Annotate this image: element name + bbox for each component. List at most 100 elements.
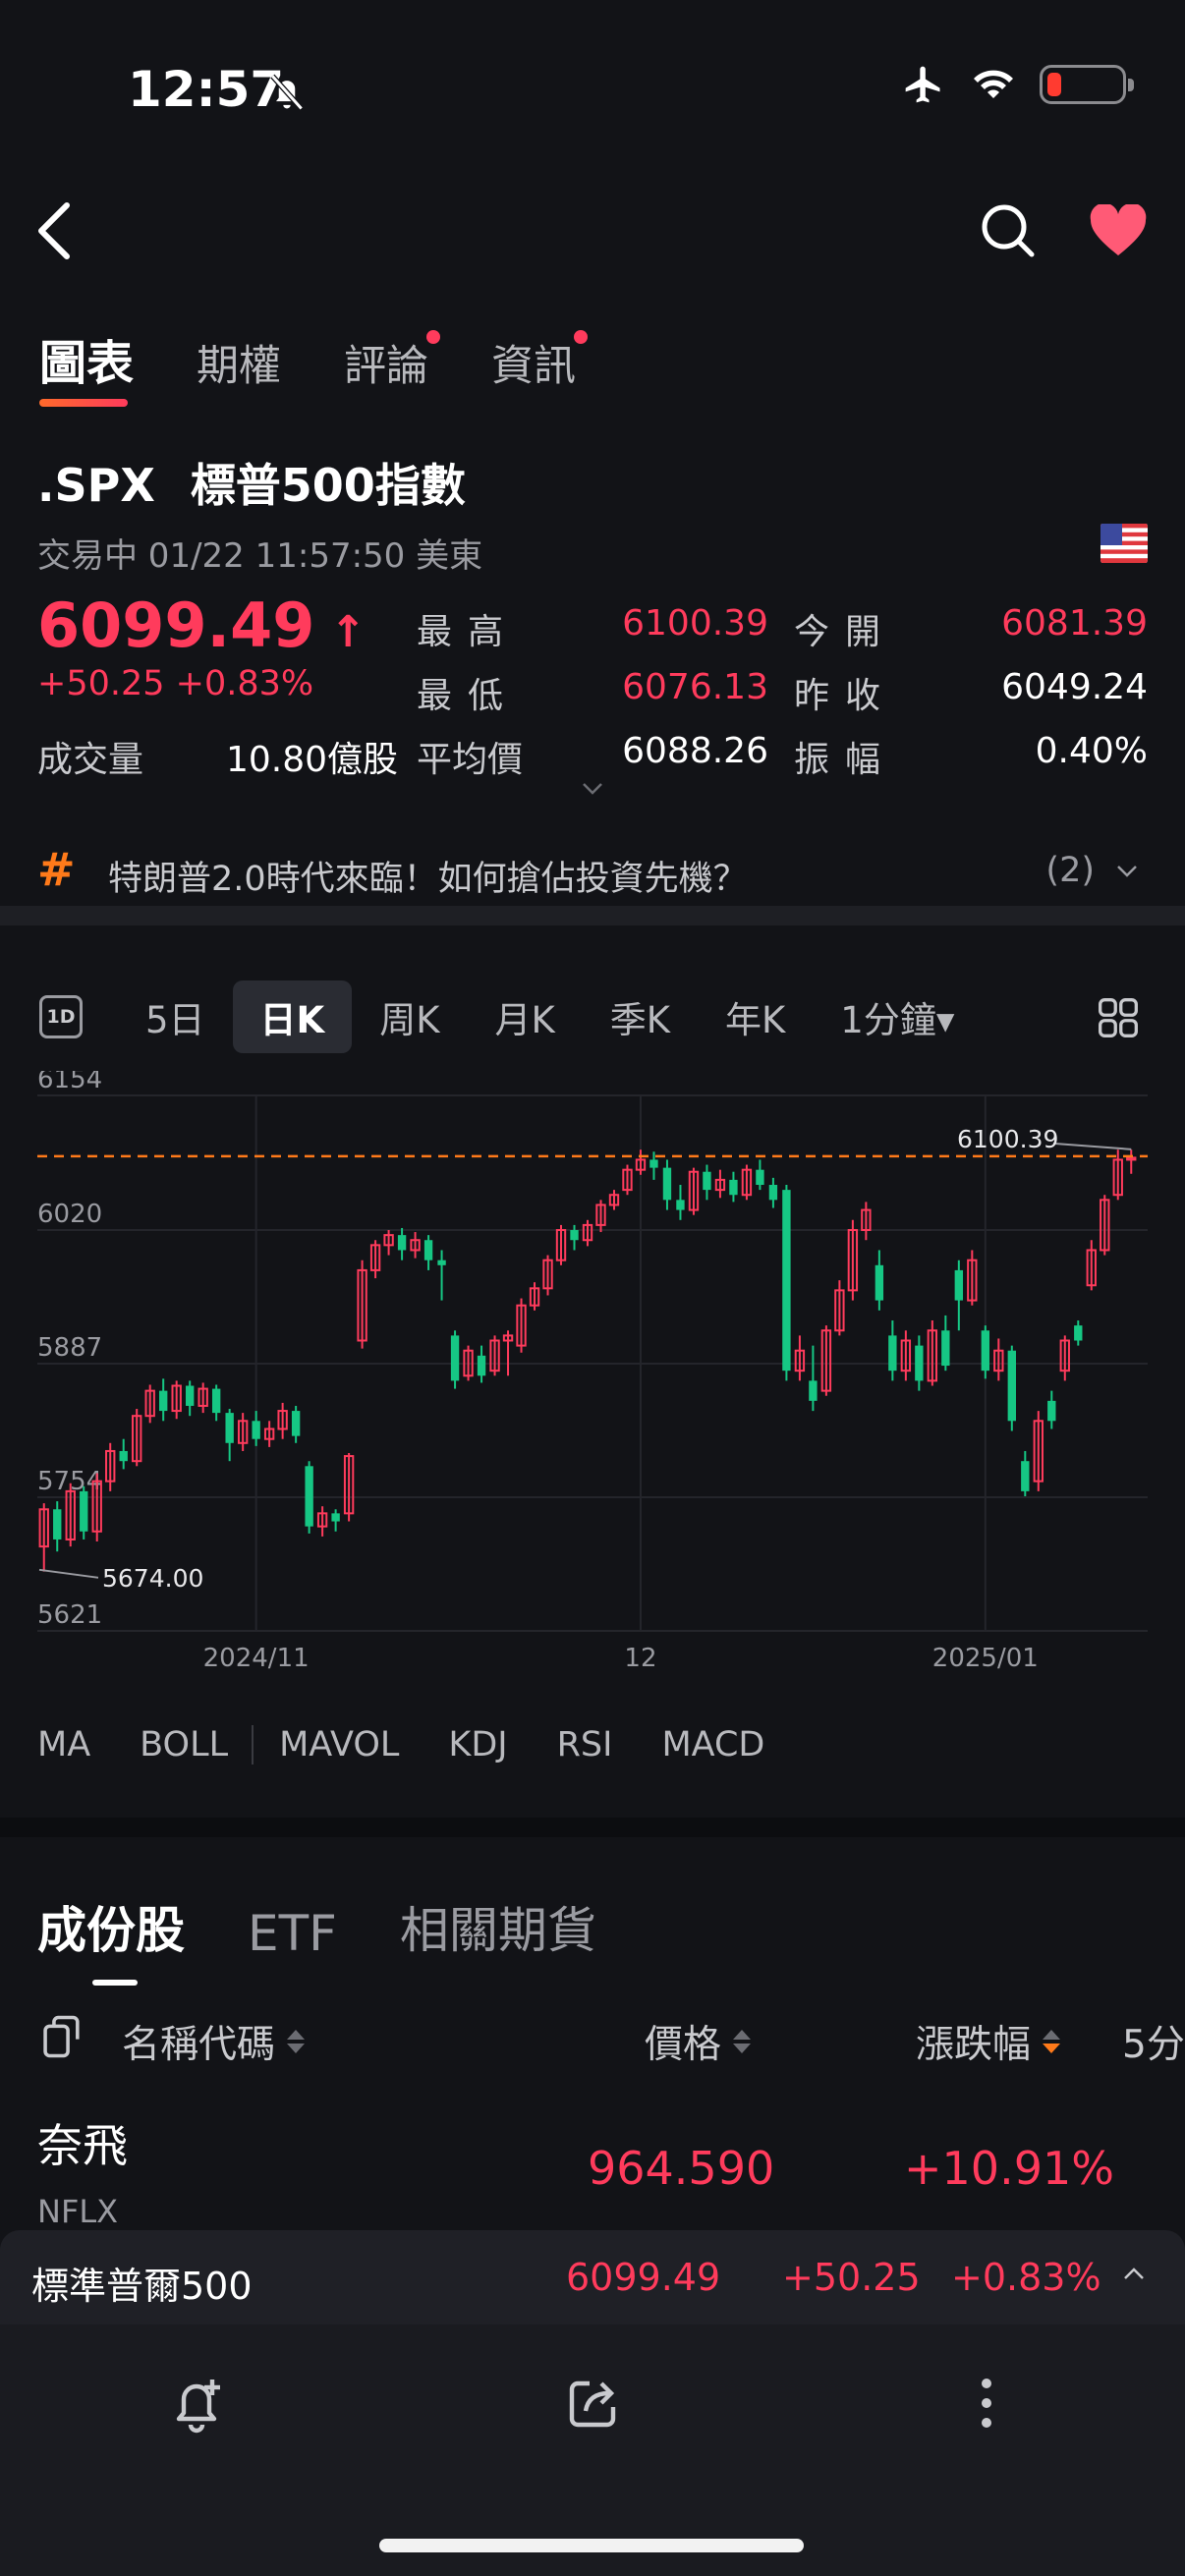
topic-text: 特朗普2.0時代來臨！如何搶佔投資先機？: [108, 860, 748, 899]
candle-body: [729, 1179, 738, 1196]
prev-close-value: 6049.24: [1001, 667, 1148, 707]
candle-body: [477, 1355, 486, 1376]
x-tick-label: 12: [624, 1644, 656, 1673]
candlestick-chart[interactable]: 615460205887575456212024/11 12 2025/016100…: [0, 1071, 1185, 1690]
column-price[interactable]: 價格: [645, 2014, 752, 2069]
airplane-icon: [905, 66, 940, 103]
share-icon[interactable]: [560, 2372, 623, 2435]
candle-body: [80, 1490, 88, 1532]
constituent-tabs: 成份股 ETF 相關期貨: [37, 1891, 596, 1986]
period-yearly-k[interactable]: 年K: [698, 980, 813, 1053]
candle-body: [225, 1413, 234, 1443]
column-5min[interactable]: 5分: [1122, 2014, 1185, 2069]
low-marker-leader: [38, 1568, 99, 1579]
stock-name[interactable]: 奈飛: [37, 2110, 128, 2175]
indicator-rsi[interactable]: RSI: [557, 1725, 613, 1764]
tab-news[interactable]: 資訊: [491, 330, 589, 393]
stock-change-pct: +10.91%: [904, 2142, 1114, 2195]
sort-desc-icon: [1043, 2030, 1061, 2053]
x-tick-label: 2025/01: [932, 1644, 1039, 1673]
period-weekly-k[interactable]: 周K: [352, 980, 467, 1053]
column-name-code[interactable]: 名稱代碼: [122, 2014, 306, 2069]
high-marker-label: 6100.39: [957, 1125, 1058, 1153]
y-tick-label: 6020: [37, 1200, 102, 1229]
amplitude-label: 振幅: [794, 740, 897, 780]
candle-body: [53, 1509, 62, 1540]
floating-quote-change-pct: +0.83%: [951, 2256, 1101, 2299]
battery-icon: [1040, 65, 1134, 104]
candle-body: [875, 1264, 884, 1301]
more-vertical-icon[interactable]: [955, 2372, 1018, 2435]
tab-comments[interactable]: 評論: [344, 330, 441, 393]
candle-body: [437, 1260, 446, 1265]
candle-body: [782, 1190, 791, 1372]
period-quarterly-k[interactable]: 季K: [583, 980, 698, 1053]
candle-body: [305, 1466, 313, 1527]
candle-body: [703, 1171, 711, 1191]
status-icons: [900, 63, 1134, 106]
candle-body: [768, 1185, 778, 1201]
price-alert-bell-icon[interactable]: [165, 2372, 228, 2435]
candle-body: [570, 1230, 579, 1241]
back-chevron-icon[interactable]: [35, 201, 75, 260]
ticker-symbol: .SPX: [37, 459, 155, 512]
notification-dot: [426, 330, 441, 344]
period-monthly-k[interactable]: 月K: [467, 980, 582, 1053]
candle-body: [1047, 1400, 1056, 1422]
top-tabs: 圖表 期權 評論 資訊: [39, 324, 589, 407]
low-value: 6076.13: [622, 667, 768, 707]
candle-body: [756, 1169, 764, 1186]
ticker-title: .SPX 標普500指數: [37, 450, 466, 515]
tab-etf[interactable]: ETF: [248, 1905, 337, 1962]
candle-body: [423, 1240, 433, 1260]
candle-body: [915, 1345, 924, 1381]
chevron-up-icon[interactable]: [1122, 2266, 1146, 2281]
candle-body: [1074, 1325, 1083, 1341]
avg-label: 平均價: [417, 740, 524, 780]
grid-layout-icon[interactable]: [1097, 996, 1140, 1039]
tab-chart[interactable]: 圖表: [39, 324, 134, 407]
indicator-mavol[interactable]: MAVOL: [279, 1725, 399, 1764]
bell-off-icon: [270, 74, 304, 111]
section-divider: [0, 1818, 1185, 1837]
y-tick-label: 5621: [37, 1600, 102, 1630]
low-marker-label: 5674.00: [102, 1564, 203, 1593]
floating-quote-name: 標準普爾500: [31, 2265, 253, 2308]
copy-list-icon[interactable]: [39, 2014, 83, 2059]
floating-quote-bar[interactable]: 標準普爾500 6099.49 +50.25 +0.83%: [0, 2230, 1185, 2324]
floating-quote-price: 6099.49: [566, 2256, 721, 2299]
amplitude-value: 0.40%: [1035, 731, 1148, 771]
tab-options[interactable]: 期權: [197, 332, 281, 393]
candle-body: [941, 1330, 950, 1367]
favorite-heart-icon[interactable]: [1089, 204, 1148, 259]
candle-body: [1021, 1461, 1030, 1491]
home-indicator: [379, 2539, 804, 2552]
indicator-ma[interactable]: MA: [37, 1725, 90, 1764]
period-minute-dropdown[interactable]: 1分鐘▾: [813, 980, 982, 1053]
intraday-1d-icon[interactable]: 1D: [39, 995, 83, 1038]
candle-body: [211, 1388, 221, 1414]
search-icon[interactable]: [979, 201, 1038, 260]
expand-chevron-icon[interactable]: [582, 782, 603, 796]
trading-status: 交易中 01/22 11:57:50 美東: [37, 536, 483, 576]
candle-body: [252, 1421, 260, 1439]
candle-body: [185, 1385, 195, 1406]
prev-close-label: 昨收: [794, 676, 897, 716]
candle-body: [291, 1411, 301, 1436]
tab-constituents[interactable]: 成份股: [37, 1891, 185, 1986]
indicator-boll[interactable]: BOLL: [140, 1725, 228, 1764]
indicator-macd[interactable]: MACD: [661, 1725, 764, 1764]
candle-body: [662, 1167, 672, 1201]
column-change-pct[interactable]: 漲跌幅: [916, 2014, 1061, 2069]
high-value: 6100.39: [622, 603, 768, 644]
indicator-kdj[interactable]: KDJ: [448, 1725, 507, 1764]
us-flag-icon: [1100, 524, 1148, 563]
tab-related-futures[interactable]: 相關期貨: [400, 1891, 596, 1962]
candle-body: [1007, 1350, 1016, 1422]
y-tick-label: 5887: [37, 1333, 102, 1363]
period-5d[interactable]: 5日: [118, 980, 233, 1053]
topic-count: (2): [1045, 851, 1095, 890]
chevron-down-icon: [1117, 866, 1137, 877]
indicator-tabs: MA BOLL MAVOL KDJ RSI MACD: [37, 1725, 814, 1764]
period-daily-k[interactable]: 日K: [232, 980, 353, 1053]
